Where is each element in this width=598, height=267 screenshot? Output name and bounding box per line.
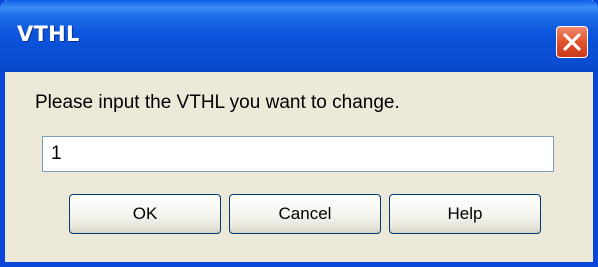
ok-button[interactable]: OK [69,194,221,234]
dialog-window: VTHL Please input the VTHL you want to c… [0,0,598,267]
dialog-content: Please input the VTHL you want to change… [5,72,593,262]
close-icon [563,33,581,51]
help-button[interactable]: Help [389,194,541,234]
title-bar[interactable]: VTHL [0,0,598,72]
window-title: VTHL [17,22,80,46]
close-button[interactable] [556,26,588,58]
prompt-label: Please input the VTHL you want to change… [35,92,400,113]
vthl-input[interactable] [42,136,554,172]
cancel-button[interactable]: Cancel [229,194,381,234]
